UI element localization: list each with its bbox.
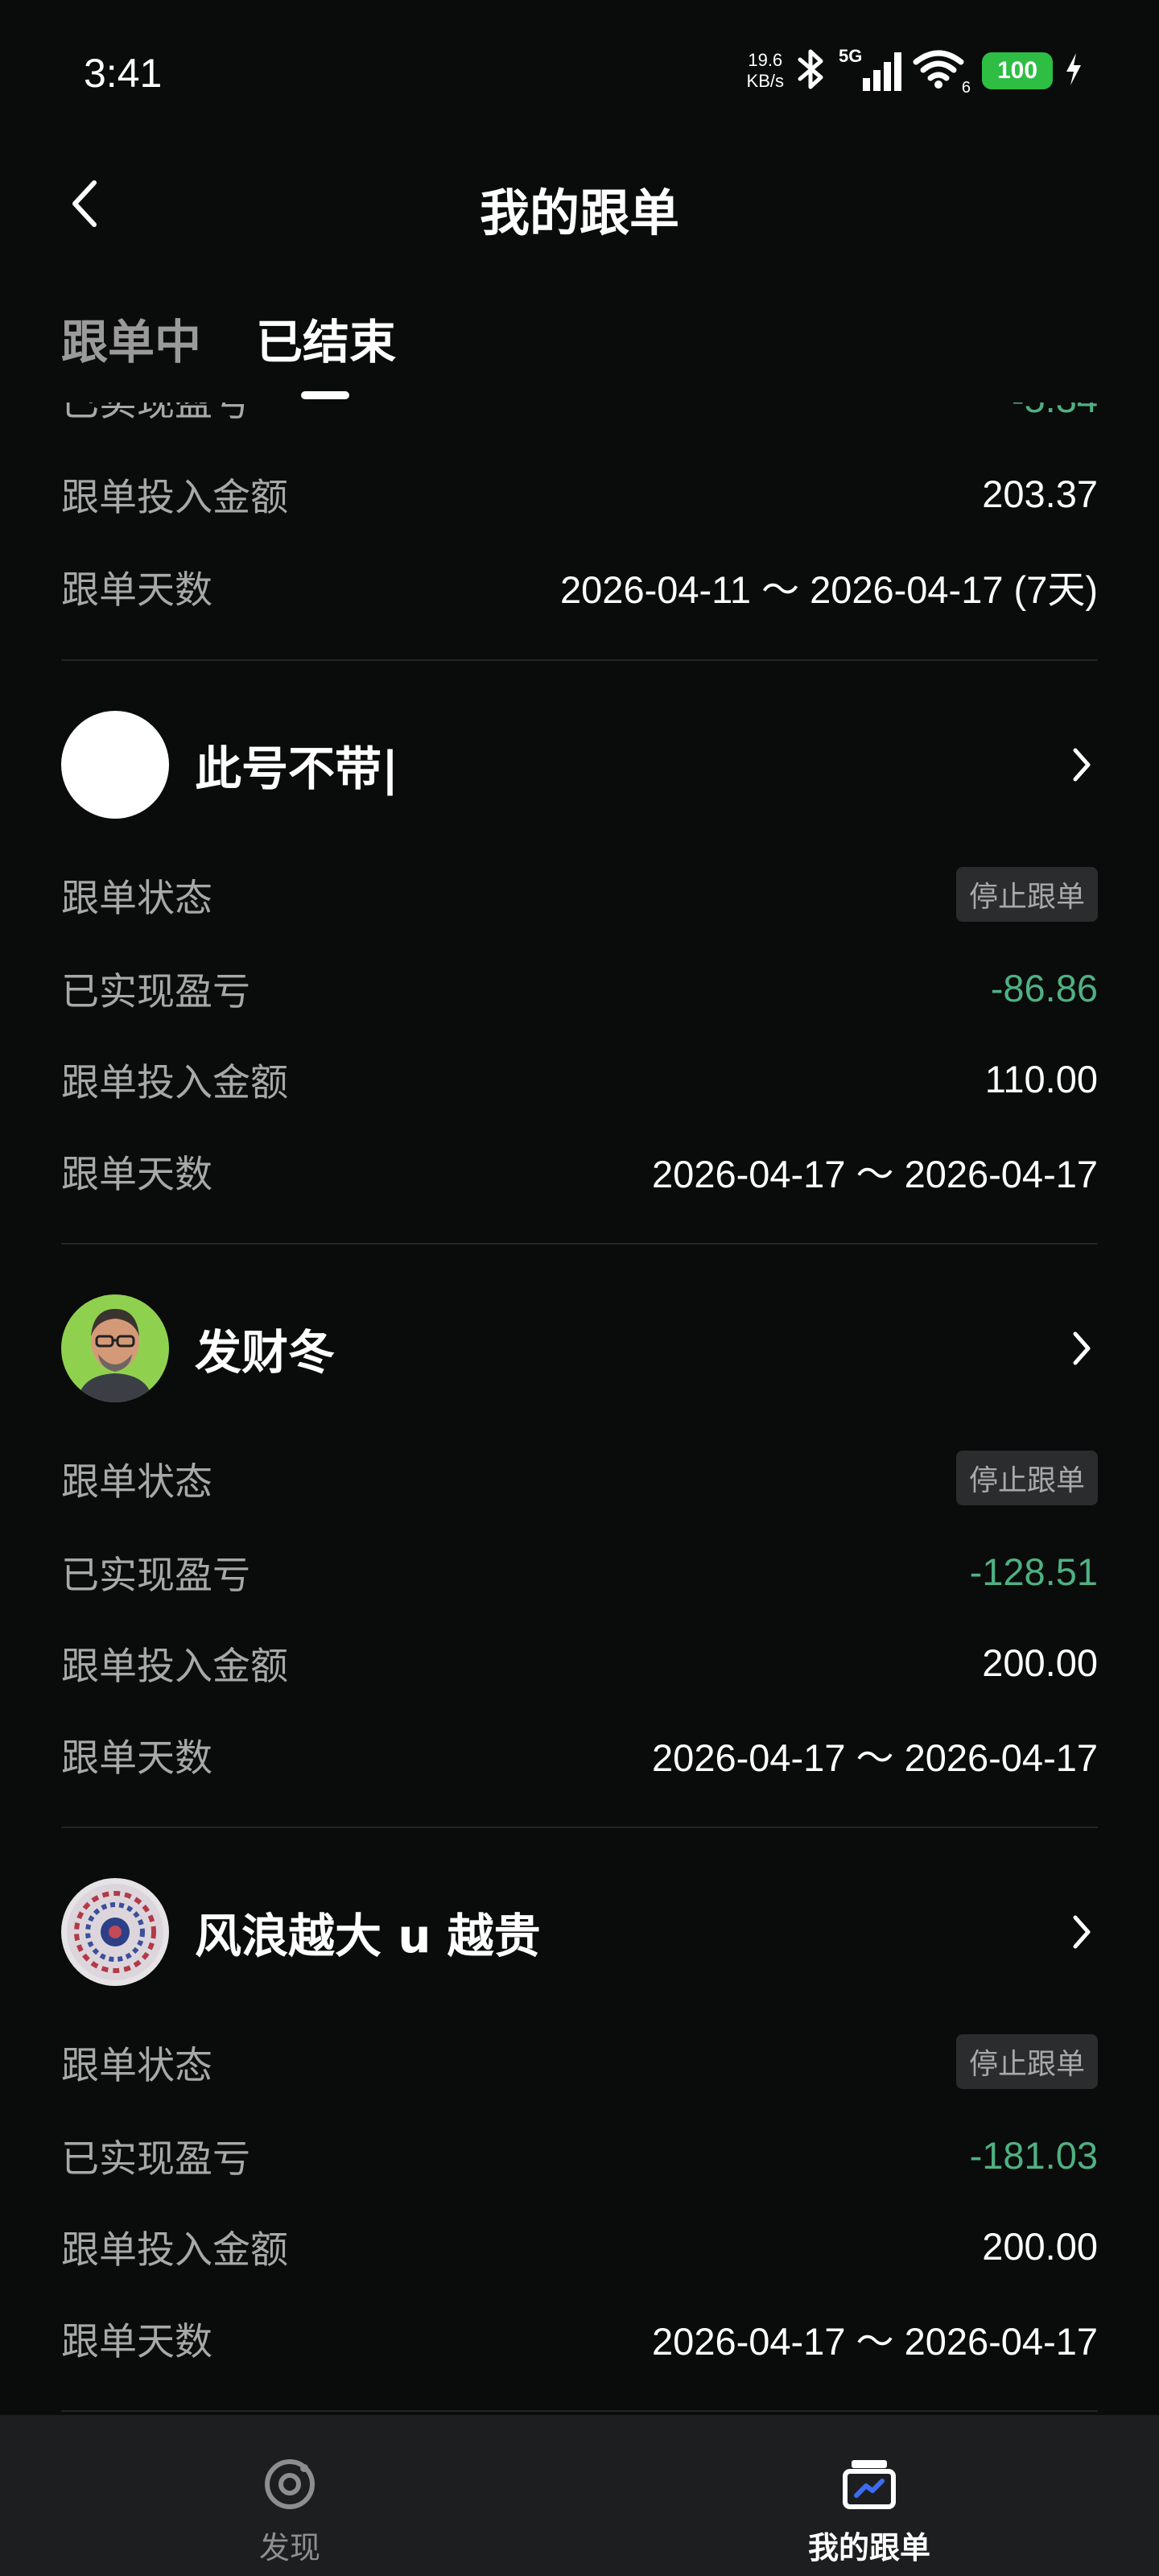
wifi-level-label: 6 (961, 79, 971, 97)
network-speed-value: 19.6 (748, 50, 783, 70)
days-label: 跟单天数 (61, 1736, 212, 1781)
page-title: 我的跟单 (479, 184, 679, 242)
pnl-label: 已实现盈亏 (61, 969, 250, 1014)
pnl-label: 已实现盈亏 (61, 1553, 250, 1598)
pnl-value: -128.51 (969, 1550, 1098, 1593)
battery-level: 100 (996, 57, 1038, 84)
network-speed: 19.6 KB/s (747, 50, 784, 92)
days-row: 跟单天数 2026-04-17 ～ 2026-04-17 (61, 1142, 1098, 1199)
trader-card-header[interactable]: 发财冬 (61, 1294, 1098, 1403)
chevron-right-icon (1066, 1908, 1098, 1956)
status-time: 3:41 (84, 51, 163, 96)
nav-my-copy-trade-label: 我的跟单 (807, 2530, 930, 2566)
card-divider (61, 659, 1098, 661)
invested-value: 203.37 (982, 472, 1098, 515)
days-value: 2026-04-17 ～ 2026-04-17 (652, 1736, 1098, 1779)
charging-icon (1064, 52, 1083, 90)
days-label: 跟单天数 (61, 1152, 212, 1197)
status-row: 跟单状态 停止跟单 (61, 2033, 1098, 2090)
pnl-row: 已实现盈亏 -128.51 (61, 1543, 1098, 1600)
status-badge: 停止跟单 (955, 2034, 1098, 2089)
avatar (61, 1294, 169, 1402)
cellular-signal-icon: 5G (839, 46, 901, 94)
card-divider (61, 2410, 1098, 2412)
invested-label: 跟单投入金额 (61, 1644, 288, 1689)
pnl-label: 已实现盈亏 (61, 2136, 250, 2182)
trader-name: 风浪越大 u 越贵 (195, 1909, 541, 1963)
trader-card-header[interactable]: 风浪越大 u 越贵 (61, 1877, 1098, 1987)
pnl-row: 已实现盈亏 -86.86 (61, 960, 1098, 1016)
copy-trade-list[interactable]: 已实现盈亏 -5.34 跟单投入金额 203.37 跟单天数 2026-04-1… (0, 402, 1159, 2415)
invested-label: 跟单投入金额 (61, 2227, 288, 2273)
invested-row: 跟单投入金额 200.00 (61, 1634, 1098, 1690)
days-value: 2026-04-11 ～ 2026-04-17 (7天) (560, 568, 1098, 611)
discover-icon (261, 2455, 319, 2516)
partial-invested-row: 跟单投入金额 203.37 (61, 465, 1098, 522)
wifi-icon: 6 (913, 47, 971, 97)
days-value: 2026-04-17 ～ 2026-04-17 (652, 2319, 1098, 2363)
invested-value: 200.00 (982, 1641, 1098, 1684)
status-badge: 停止跟单 (955, 867, 1098, 922)
status-label: 跟单状态 (61, 2043, 212, 2088)
status-label: 跟单状态 (61, 1459, 212, 1505)
status-row: 跟单状态 停止跟单 (61, 866, 1098, 923)
tab-ended[interactable]: 已结束 (256, 304, 396, 372)
pnl-row: 已实现盈亏 -181.03 (61, 2127, 1098, 2183)
battery-indicator: 100 (982, 52, 1053, 89)
active-tab-indicator (301, 391, 349, 399)
card-divider (61, 1243, 1098, 1245)
partial-pnl-value: -5.34 (1012, 402, 1098, 421)
days-row: 跟单天数 2026-04-17 ～ 2026-04-17 (61, 1726, 1098, 1782)
days-row: 跟单天数 2026-04-17 ～ 2026-04-17 (61, 2310, 1098, 2366)
trader-card-header[interactable]: 此号不带| (61, 710, 1098, 819)
invested-value: 200.00 (982, 2224, 1098, 2268)
status-icons: 19.6 KB/s 5G 6 100 (747, 45, 1083, 97)
avatar (61, 711, 169, 819)
partial-days-row: 跟单天数 2026-04-11 ～ 2026-04-17 (7天) (61, 558, 1098, 614)
avatar (61, 1878, 169, 1986)
pnl-value: -181.03 (969, 2133, 1098, 2177)
bottom-navigation: 发现 我的跟单 (0, 2415, 1159, 2576)
chevron-right-icon (1066, 1324, 1098, 1373)
my-copy-trade-icon (840, 2455, 898, 2516)
nav-my-copy-trade[interactable]: 我的跟单 (765, 2455, 974, 2567)
status-bar: 3:41 19.6 KB/s 5G 6 100 (0, 0, 1159, 145)
status-row: 跟单状态 停止跟单 (61, 1450, 1098, 1506)
card-divider (61, 1827, 1098, 1828)
partial-pnl-label: 已实现盈亏 (61, 402, 250, 425)
pnl-value: -86.86 (990, 966, 1098, 1009)
days-value: 2026-04-17 ～ 2026-04-17 (652, 1152, 1098, 1195)
invested-row: 跟单投入金额 200.00 (61, 2218, 1098, 2274)
days-label: 跟单天数 (61, 568, 212, 613)
invested-label: 跟单投入金额 (61, 1060, 288, 1105)
network-speed-unit: KB/s (746, 71, 784, 91)
nav-discover[interactable]: 发现 (185, 2455, 394, 2567)
trader-name: 发财冬 (195, 1325, 336, 1380)
bluetooth-icon (795, 47, 827, 95)
invested-row: 跟单投入金额 110.00 (61, 1051, 1098, 1107)
partial-pnl-row: 已实现盈亏 -5.34 (61, 402, 1098, 427)
invested-value: 110.00 (984, 1057, 1098, 1100)
status-badge: 停止跟单 (955, 1451, 1098, 1505)
trader-name: 此号不带| (195, 741, 399, 796)
invested-label: 跟单投入金额 (61, 475, 288, 520)
days-label: 跟单天数 (61, 2319, 212, 2364)
status-label: 跟单状态 (61, 876, 212, 921)
nav-discover-label: 发现 (258, 2530, 320, 2566)
chevron-right-icon (1066, 741, 1098, 789)
tab-following[interactable]: 跟单中 (61, 304, 201, 372)
